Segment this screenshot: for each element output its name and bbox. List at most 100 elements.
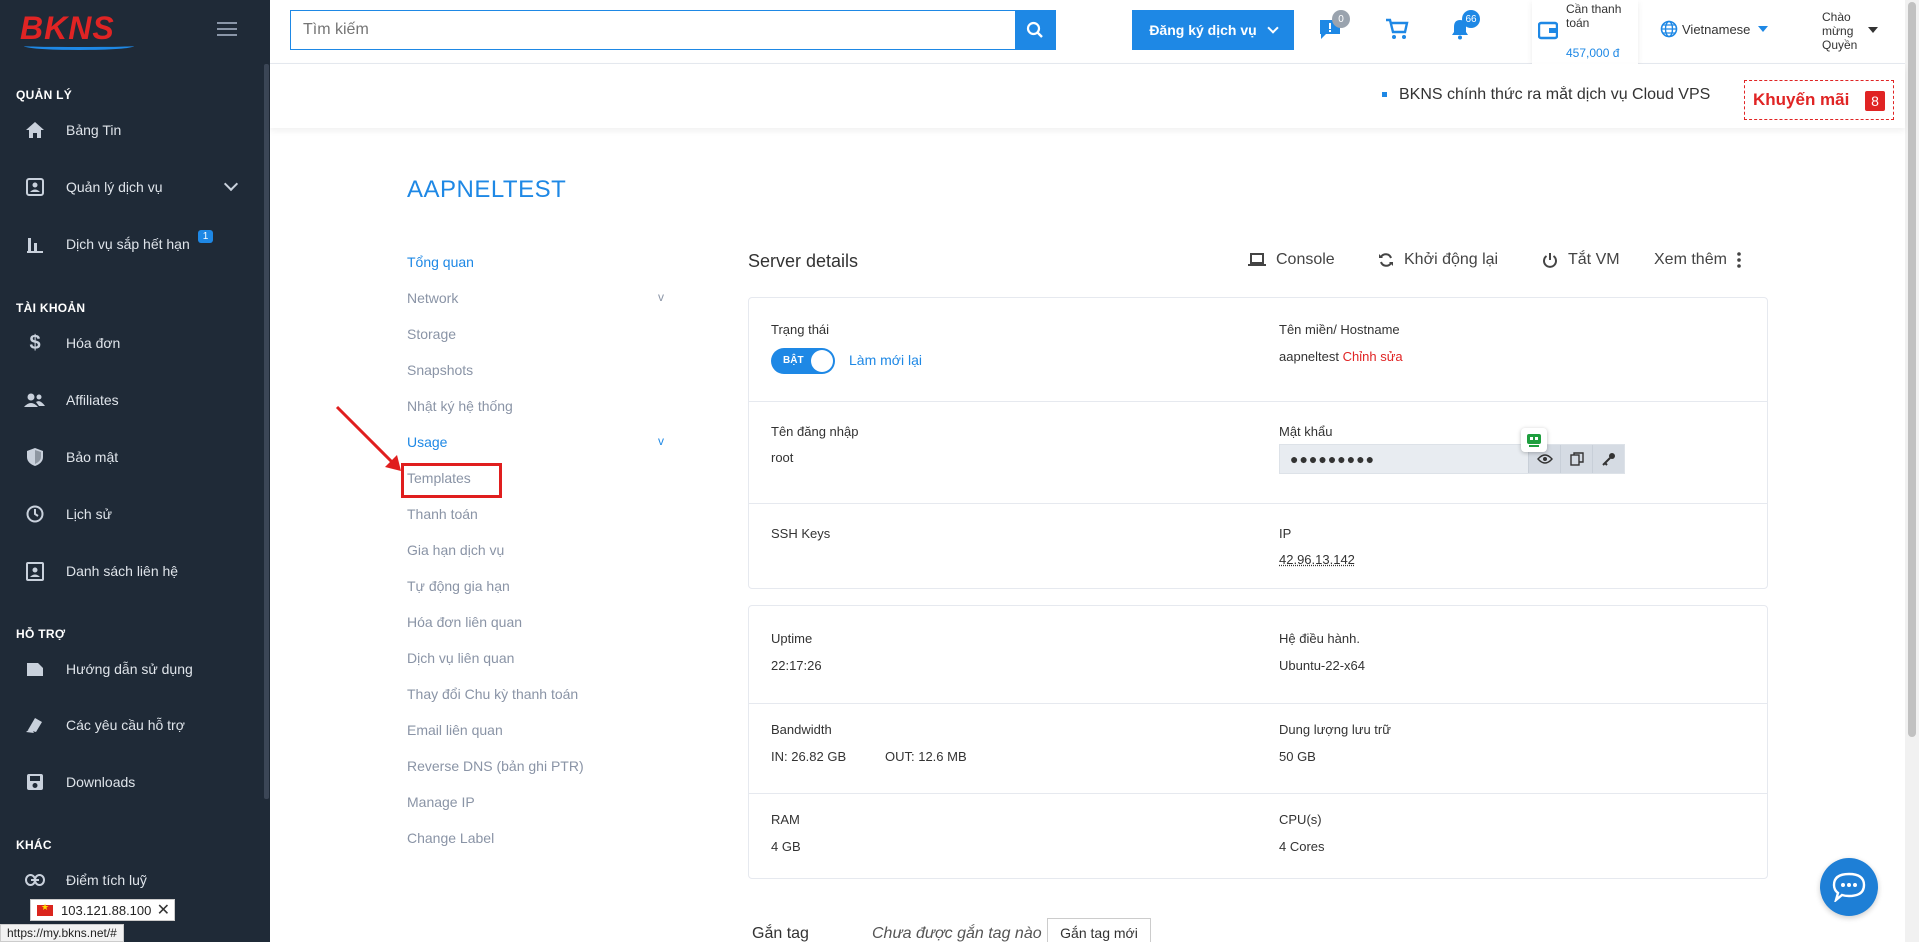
red-arrow-annotation: [335, 405, 405, 475]
sidebar-item-label: Hướng dẫn sử dụng: [66, 661, 193, 677]
nav-network[interactable]: Network: [407, 290, 458, 306]
nav-usage[interactable]: Usage: [407, 434, 447, 450]
sidebar-item-history[interactable]: Lịch sử: [0, 494, 260, 534]
no-tag-text: Chưa được gắn tag nào: [872, 925, 1042, 942]
nav-snapshots[interactable]: Snapshots: [407, 362, 473, 378]
expiring-count-badge: 1: [198, 230, 214, 243]
shutdown-button[interactable]: Tắt VM: [1542, 251, 1620, 269]
nav-system-log[interactable]: Nhật ký hệ thống: [407, 398, 513, 414]
live-chat-button[interactable]: [1820, 858, 1878, 916]
edit-hostname-link[interactable]: Chỉnh sửa: [1343, 349, 1403, 364]
sidebar-item-label: Các yêu cầu hỗ trợ: [66, 717, 185, 733]
refresh-icon: [1378, 252, 1394, 268]
search-input[interactable]: [291, 11, 1015, 49]
ip-value[interactable]: 42.96.13.142: [1279, 552, 1355, 567]
wallet-icon: [1538, 20, 1558, 40]
toggle-text: BẬT: [783, 355, 804, 366]
top-header: Đăng ký dịch vụ 0 66 Cần thanh toán 457,…: [270, 0, 1905, 64]
register-service-label: Đăng ký dịch vụ: [1149, 22, 1256, 38]
nav-billing-cycle[interactable]: Thay đổi Chu kỳ thanh toán: [407, 686, 578, 702]
more-button[interactable]: Xem thêm: [1654, 251, 1741, 269]
password-manager-extension-icon[interactable]: [1521, 428, 1547, 452]
copy-password-button[interactable]: [1560, 445, 1592, 473]
sidebar-item-dashboard[interactable]: Bảng Tin: [0, 110, 260, 150]
close-icon[interactable]: ✕: [157, 900, 170, 920]
nav-reverse-dns[interactable]: Reverse DNS (bản ghi PTR): [407, 758, 584, 774]
nav-renew[interactable]: Gia hạn dịch vụ: [407, 542, 504, 558]
search-bar: [290, 10, 1056, 50]
sidebar-item-affiliates[interactable]: Affiliates: [0, 380, 260, 420]
hostname-label: Tên miền/ Hostname: [1279, 322, 1400, 337]
sidebar-item-downloads[interactable]: Downloads: [0, 762, 260, 802]
username-value: root: [771, 450, 793, 465]
user-box-icon: [24, 176, 46, 198]
hostname-text: aapneltest: [1279, 349, 1339, 364]
bandwidth-in: IN: 26.82 GB: [771, 749, 846, 764]
nav-change-label[interactable]: Change Label: [407, 830, 494, 846]
sidebar-item-label: Quản lý dịch vụ: [66, 179, 163, 195]
guide-icon: [24, 658, 46, 680]
sidebar-item-label: Bảng Tin: [66, 122, 121, 138]
nav-related-services[interactable]: Dịch vụ liên quan: [407, 650, 514, 666]
nav-overview[interactable]: Tổng quan: [407, 254, 474, 270]
chat-message-button[interactable]: 0: [1318, 18, 1346, 46]
page-scrollbar-thumb[interactable]: [1908, 2, 1916, 737]
chat-bubble-icon: [1832, 872, 1866, 902]
wallet-value: 457,000 đ: [1566, 46, 1619, 60]
reset-password-button[interactable]: [1592, 445, 1624, 473]
ram-label: RAM: [771, 812, 800, 827]
nav-auto-renew[interactable]: Tự động gia hạn: [407, 578, 510, 594]
browser-status-url: https://my.bkns.net/#: [0, 924, 124, 942]
nav-payment[interactable]: Thanh toán: [407, 506, 478, 522]
cart-button[interactable]: [1385, 18, 1413, 46]
restart-button[interactable]: Khởi động lại: [1378, 251, 1498, 269]
promotion-button[interactable]: Khuyến mãi 8: [1744, 80, 1894, 120]
server-info-card: Trạng thái BẬT Làm mới lại Tên miền/ Hos…: [748, 297, 1768, 589]
notification-button[interactable]: 66: [1450, 18, 1478, 46]
nav-network-chevron[interactable]: v: [658, 290, 664, 304]
restart-label: Khởi động lại: [1404, 251, 1498, 269]
users-icon: [24, 389, 46, 411]
sidebar-item-tickets[interactable]: Các yêu cầu hỗ trợ: [0, 705, 260, 745]
power-status-toggle[interactable]: BẬT: [771, 348, 835, 374]
refresh-status-link[interactable]: Làm mới lại: [849, 352, 922, 368]
nav-related-invoices[interactable]: Hóa đơn liên quan: [407, 614, 522, 630]
nav-manage-ip[interactable]: Manage IP: [407, 794, 475, 810]
key-icon: [1602, 452, 1616, 466]
console-label: Console: [1276, 251, 1335, 269]
page-scrollbar[interactable]: [1905, 0, 1919, 942]
contact-icon: [24, 560, 46, 582]
sidebar-section-other: KHÁC: [16, 838, 52, 852]
ip-chip-text: 103.121.88.100: [61, 903, 151, 918]
hamburger-menu-icon[interactable]: [217, 22, 237, 38]
nav-related-email[interactable]: Email liên quan: [407, 722, 503, 738]
sidebar-item-expiring[interactable]: Dịch vụ sắp hết hạn 1: [0, 224, 260, 264]
console-button[interactable]: Console: [1248, 251, 1335, 269]
cart-icon: [1385, 18, 1409, 40]
caret-down-icon[interactable]: [1868, 27, 1878, 33]
password-field[interactable]: ●●●●●●●●●: [1279, 444, 1625, 474]
sidebar-scrollbar[interactable]: [264, 64, 269, 799]
sidebar-item-guide[interactable]: Hướng dẫn sử dụng: [0, 649, 260, 689]
language-selector[interactable]: Vietnamese: [1660, 20, 1768, 38]
sidebar-item-security[interactable]: Bảo mật: [0, 437, 260, 477]
bkns-logo[interactable]: BKNS: [20, 10, 140, 50]
sidebar-item-invoices[interactable]: $ Hóa đơn: [0, 323, 260, 363]
copy-icon: [1570, 452, 1584, 466]
add-tag-button[interactable]: Gắn tag mới: [1047, 918, 1151, 942]
nav-usage-chevron[interactable]: v: [658, 434, 664, 448]
hostname-value: aapneltest Chỉnh sửa: [1279, 349, 1403, 364]
wallet-balance[interactable]: Cần thanh toán 457,000 đ: [1532, 0, 1638, 64]
search-button[interactable]: [1015, 11, 1055, 49]
sidebar-item-points[interactable]: Điểm tích luỹ: [0, 860, 260, 900]
sidebar-item-label: Dịch vụ sắp hết hạn: [66, 236, 190, 252]
register-service-button[interactable]: Đăng ký dịch vụ: [1132, 10, 1294, 50]
server-details-title: Server details: [748, 251, 858, 272]
sidebar-item-services[interactable]: Quản lý dịch vụ: [0, 167, 260, 207]
ram-value: 4 GB: [771, 839, 801, 854]
sidebar-item-contacts[interactable]: Danh sách liên hệ: [0, 551, 260, 591]
nav-storage[interactable]: Storage: [407, 326, 456, 342]
sidebar-item-label: Hóa đơn: [66, 335, 120, 351]
username-label: Tên đăng nhập: [771, 424, 858, 439]
os-value: Ubuntu-22-x64: [1279, 658, 1365, 673]
